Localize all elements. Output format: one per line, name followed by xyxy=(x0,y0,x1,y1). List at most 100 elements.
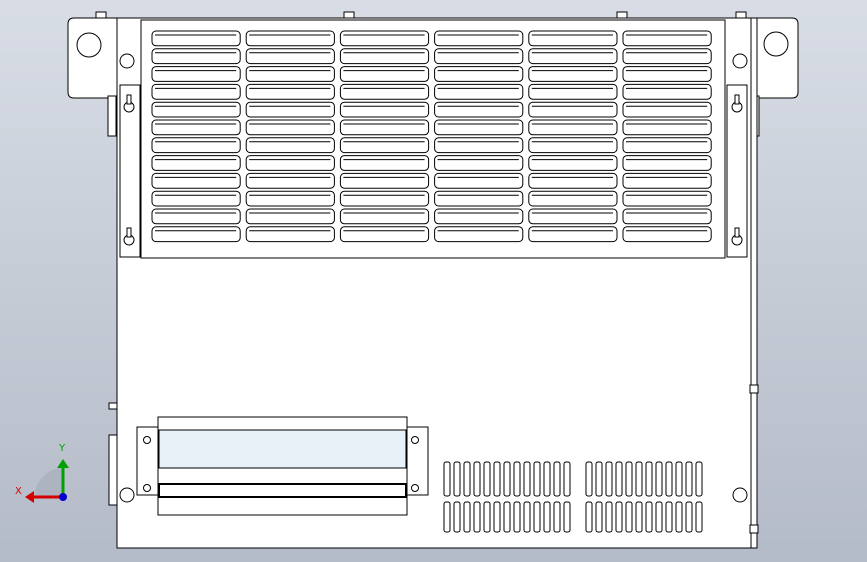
fan-louver xyxy=(339,83,430,100)
left-vent-slot xyxy=(483,501,491,533)
right-vent-slot xyxy=(655,501,663,533)
graphics-viewport[interactable]: X Y xyxy=(0,0,867,562)
fan-louver xyxy=(622,226,712,243)
left-vent-slot xyxy=(513,501,521,533)
fan-louver xyxy=(528,190,618,207)
fan-louver xyxy=(528,137,618,154)
right-vent-slot xyxy=(625,501,633,533)
right-vent-slot xyxy=(605,501,613,533)
fan-louver xyxy=(434,208,524,225)
fan-louver xyxy=(151,48,241,65)
bracket-keyhole-2 xyxy=(143,484,151,492)
left-side-tab-1 xyxy=(108,402,118,410)
bracket-keyhole-3 xyxy=(411,436,419,444)
right-vent-slot xyxy=(685,461,693,497)
right-vent-slot xyxy=(595,461,603,497)
fan-louver xyxy=(622,48,712,65)
left-vent-slot xyxy=(533,461,541,497)
left-mounting-ear xyxy=(67,17,119,99)
fan-louver xyxy=(245,30,335,47)
right-vent-slot xyxy=(645,461,653,497)
right-vent-slot xyxy=(595,501,603,533)
fan-louver xyxy=(339,30,430,47)
keyhole-slot-neck-1 xyxy=(126,94,132,105)
fan-louver xyxy=(528,101,618,118)
left-vent-slot xyxy=(483,461,491,497)
fan-louver xyxy=(339,48,430,65)
left-vent-slot xyxy=(553,461,561,497)
fan-louver xyxy=(434,226,524,243)
left-vent-slot xyxy=(543,461,551,497)
right-vent-slot xyxy=(655,461,663,497)
fan-louver xyxy=(245,66,335,82)
left-vent-slot xyxy=(543,501,551,533)
fan-louver xyxy=(339,226,430,243)
display-panel xyxy=(158,429,407,469)
fan-louver xyxy=(245,101,335,118)
cad-model[interactable] xyxy=(0,0,867,562)
fan-louver xyxy=(339,208,430,225)
right-vent-slot xyxy=(625,461,633,497)
fan-louver xyxy=(339,190,430,207)
right-ear-hole xyxy=(763,31,789,57)
fan-louver xyxy=(151,226,241,243)
top-fastener-4 xyxy=(735,11,747,19)
fan-louver xyxy=(622,137,712,154)
right-vent-slot xyxy=(605,461,613,497)
fan-louver xyxy=(151,66,241,82)
corner-hole-bottom-left xyxy=(119,487,135,503)
left-vent-slot xyxy=(463,461,471,497)
left-vent-slot xyxy=(553,501,561,533)
right-vent-slot xyxy=(665,501,673,533)
fan-louver xyxy=(151,155,241,171)
fan-louver xyxy=(434,172,524,189)
right-vent-slot xyxy=(585,501,593,533)
fan-louver xyxy=(339,101,430,118)
bracket-keyhole-4 xyxy=(411,484,419,492)
fan-louver xyxy=(151,172,241,189)
left-vent-slot xyxy=(493,501,501,533)
fan-louver xyxy=(622,208,712,225)
left-vent-slot xyxy=(473,461,481,497)
left-vent-slot xyxy=(563,461,571,497)
fan-louver xyxy=(339,172,430,189)
fan-louver xyxy=(151,190,241,207)
fan-louver xyxy=(245,172,335,189)
left-ear-hole xyxy=(76,32,102,58)
fan-louver xyxy=(434,155,524,171)
fan-louver xyxy=(528,208,618,225)
left-vent-slot xyxy=(443,501,451,533)
left-vent-slot xyxy=(473,501,481,533)
right-vent-slot xyxy=(675,501,683,533)
fan-louver xyxy=(434,190,524,207)
fan-louver xyxy=(245,83,335,100)
fan-louver xyxy=(528,155,618,171)
left-vent-slot xyxy=(523,501,531,533)
corner-hole-top-right xyxy=(732,53,748,69)
keyhole-slot-neck-4 xyxy=(734,227,740,238)
side-connector-1 xyxy=(749,384,759,394)
fan-louver xyxy=(245,48,335,65)
right-vent-slot xyxy=(635,501,643,533)
fan-louver xyxy=(434,30,524,47)
left-vent-slot xyxy=(563,501,571,533)
fan-louver xyxy=(151,119,241,136)
fan-louver xyxy=(339,137,430,154)
fan-louver xyxy=(434,83,524,100)
fan-louver xyxy=(151,30,241,47)
fan-louver xyxy=(151,137,241,154)
fan-louver xyxy=(434,137,524,154)
fan-louver xyxy=(622,119,712,136)
fan-louver xyxy=(434,101,524,118)
fan-louver xyxy=(622,190,712,207)
fan-louver xyxy=(151,83,241,100)
fan-louver xyxy=(528,66,618,82)
fan-louver xyxy=(245,208,335,225)
fan-louver xyxy=(528,48,618,65)
fan-louver xyxy=(245,119,335,136)
fan-louver xyxy=(339,155,430,171)
fan-louver xyxy=(528,226,618,243)
right-vent-slot xyxy=(645,501,653,533)
fan-louver xyxy=(434,48,524,65)
connector-strip xyxy=(158,483,407,498)
